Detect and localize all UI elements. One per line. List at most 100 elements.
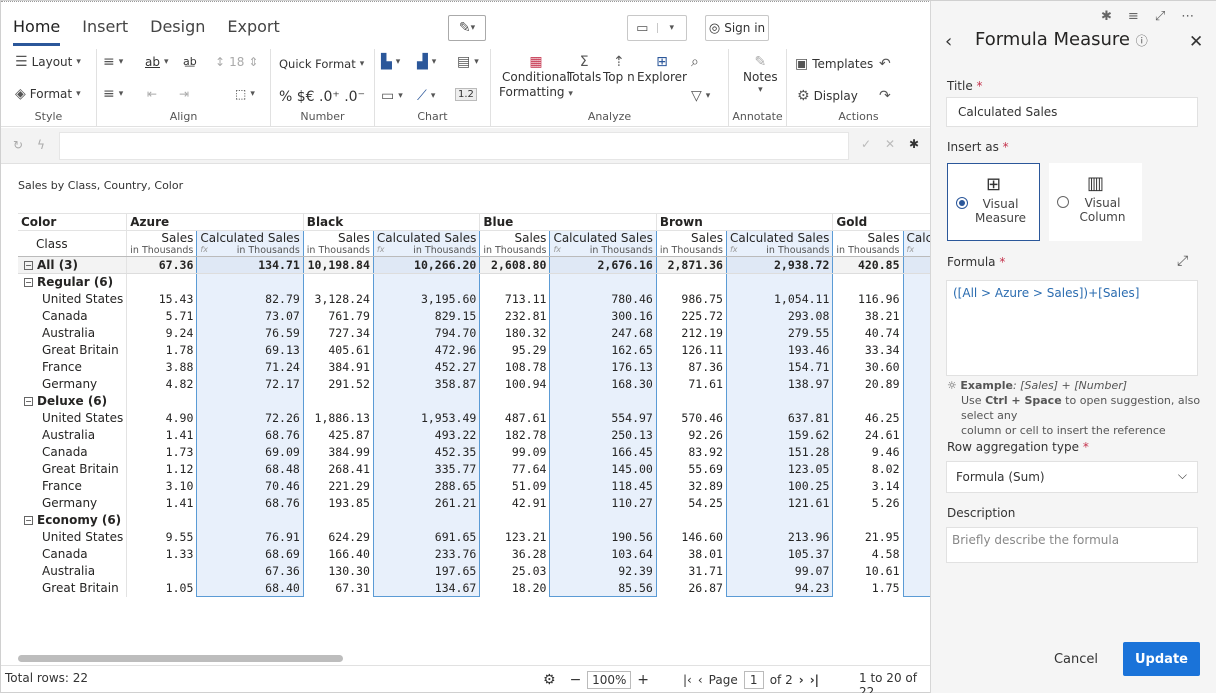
visual-column-option[interactable]: ▥ Visual Column — [1049, 163, 1142, 241]
table-cell[interactable] — [302, 392, 374, 410]
table-cell[interactable]: 9.55 — [126, 528, 197, 546]
calculated-sales-header[interactable]: fxCalculated Salesin Thousands — [549, 230, 657, 257]
table-cell[interactable]: 212.19 — [655, 324, 727, 342]
table-cell[interactable]: 193.46 — [725, 341, 834, 359]
table-cell[interactable]: 69.11 — [902, 579, 930, 597]
notes-button[interactable]: ✎ Notes ▾ — [743, 55, 778, 95]
row-header-color[interactable]: Color — [18, 213, 127, 231]
row-label[interactable]: United States — [18, 410, 127, 427]
info-icon[interactable]: ⓘ — [1136, 34, 1148, 48]
table-cell[interactable] — [725, 511, 834, 529]
table-cell[interactable] — [549, 511, 657, 529]
table-cell[interactable]: 76.59 — [196, 324, 304, 342]
table-cell[interactable]: 1,886.13 — [302, 409, 374, 427]
table-cell[interactable]: 72.17 — [196, 375, 304, 393]
table-cell[interactable]: 116.96 — [832, 290, 903, 308]
sparkline-button[interactable]: ▭ ▾ — [381, 89, 403, 103]
last-page-icon[interactable]: ›| — [810, 673, 819, 687]
table-cell[interactable]: 3,195.60 — [372, 290, 481, 308]
sign-in-button[interactable]: ◎ Sign in — [705, 15, 769, 41]
redo-button[interactable]: ↷ — [879, 89, 891, 103]
table-cell[interactable]: 232.81 — [479, 307, 550, 325]
table-cell[interactable]: 233.76 — [372, 545, 481, 563]
table-cell[interactable] — [126, 392, 197, 410]
table-cell[interactable] — [655, 511, 727, 529]
more-icon[interactable]: ⋯ — [1181, 9, 1194, 24]
table-cell[interactable]: 293.08 — [725, 307, 834, 325]
table-cell[interactable]: 88.24 — [902, 375, 930, 393]
table-cell[interactable] — [196, 392, 304, 410]
table-cell[interactable]: 123.05 — [725, 460, 834, 478]
calculated-sales-header[interactable]: fxCalculated Salesin Thousands — [902, 230, 930, 257]
table-cell[interactable] — [479, 392, 550, 410]
table-cell[interactable]: 70.46 — [196, 477, 304, 495]
table-cell[interactable]: 159.62 — [725, 426, 834, 444]
table-cell[interactable]: 105.57 — [902, 307, 930, 325]
table-cell[interactable]: 95.29 — [479, 341, 550, 359]
table-cell[interactable]: 71.61 — [655, 375, 727, 393]
table-cell[interactable]: 4.90 — [126, 409, 197, 427]
sales-header[interactable]: Sales in Thousands — [302, 230, 374, 257]
table-cell[interactable]: 182.78 — [479, 426, 550, 444]
table-cell[interactable]: 26.87 — [655, 579, 727, 597]
table-cell[interactable] — [549, 392, 657, 410]
table-cell[interactable]: 36.28 — [479, 545, 550, 563]
visual-measure-option[interactable]: ⊞ Visual Measure — [947, 163, 1040, 241]
row-label[interactable]: Great Britain — [18, 461, 127, 478]
table-cell[interactable]: 10,198.84 — [302, 256, 374, 274]
table-cell[interactable]: 9.24 — [126, 324, 197, 342]
table-cell[interactable]: 487.61 — [479, 409, 550, 427]
table-cell[interactable]: 2,871.36 — [655, 256, 727, 274]
horizontal-scrollbar[interactable] — [18, 655, 343, 662]
table-cell[interactable]: 24.61 — [832, 426, 903, 444]
table-cell[interactable]: 94.23 — [725, 579, 834, 597]
table-cell[interactable]: 87.36 — [655, 358, 727, 376]
table-cell[interactable]: 3.88 — [126, 358, 197, 376]
collapse-icon[interactable]: − — [24, 278, 33, 288]
table-cell[interactable]: 472.96 — [372, 341, 481, 359]
row-label[interactable]: Germany — [18, 495, 127, 512]
table-cell[interactable]: 1.73 — [126, 443, 197, 461]
align-vertical-button[interactable]: ≡ ▾ — [103, 87, 123, 101]
row-label[interactable]: Germany — [18, 376, 127, 393]
table-cell[interactable] — [832, 392, 903, 410]
row-label[interactable]: France — [18, 359, 127, 376]
table-cell[interactable]: 197.65 — [372, 562, 481, 580]
lightning-icon[interactable]: ϟ — [37, 138, 45, 152]
column-header-brown[interactable]: Brown — [655, 213, 833, 231]
tab-home[interactable]: Home — [13, 17, 61, 46]
table-cell[interactable] — [372, 511, 481, 529]
table-cell[interactable]: 488.20 — [902, 256, 930, 274]
table-chart-button[interactable]: ▤ ▾ — [457, 55, 479, 69]
table-cell[interactable]: 134.67 — [372, 579, 481, 597]
filter-button[interactable]: ▽ ▾ — [691, 89, 710, 103]
explorer-button[interactable]: ⊞ Explorer — [637, 55, 687, 84]
table-cell[interactable]: 68.76 — [196, 494, 304, 512]
table-cell[interactable] — [126, 562, 197, 580]
update-button[interactable]: Update — [1123, 642, 1200, 676]
table-cell[interactable]: 780.46 — [549, 290, 657, 308]
table-cell[interactable]: 92.39 — [549, 562, 657, 580]
table-cell[interactable]: 89.30 — [902, 528, 930, 546]
row-label[interactable]: − Economy (6) — [18, 512, 127, 529]
table-cell[interactable] — [902, 392, 930, 410]
row-label[interactable]: France — [18, 478, 127, 495]
table-cell[interactable]: 624.29 — [302, 528, 374, 546]
table-cell[interactable]: 71.24 — [196, 358, 304, 376]
top-n-button[interactable]: ⇡ Top n — [603, 55, 635, 84]
row-label[interactable]: Australia — [18, 563, 127, 580]
table-cell[interactable]: 4.58 — [832, 545, 903, 563]
table-cell[interactable] — [725, 392, 834, 410]
refresh-icon[interactable]: ↻ — [13, 138, 23, 152]
table-cell[interactable]: 138.97 — [725, 375, 834, 393]
table-cell[interactable] — [655, 273, 727, 291]
table-cell[interactable] — [196, 273, 304, 291]
table-cell[interactable]: 100.25 — [725, 477, 834, 495]
table-cell[interactable]: 123.21 — [479, 528, 550, 546]
table-cell[interactable]: 70.49 — [902, 477, 930, 495]
table-cell[interactable]: 15.43 — [126, 290, 197, 308]
sales-header[interactable]: Sales in Thousands — [479, 230, 550, 257]
table-cell[interactable]: 713.11 — [479, 290, 550, 308]
table-cell[interactable]: 570.46 — [655, 409, 727, 427]
conditional-formatting-button[interactable]: ▦ Conditional Formatting ▾ — [499, 55, 573, 99]
